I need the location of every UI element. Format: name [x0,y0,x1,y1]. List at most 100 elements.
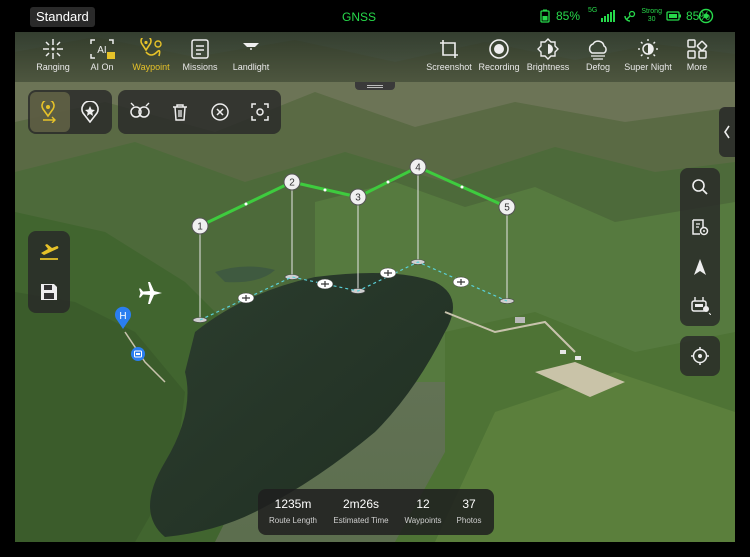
landlight-button[interactable]: Landlight [223,36,279,72]
screenshot-button[interactable]: Screenshot [421,36,477,72]
waypoint-5[interactable]: 5 [497,197,517,217]
waypoint-2[interactable]: 2 [282,172,302,192]
controller-battery-icon [540,9,550,23]
status-bar: Standard GNSS 85% 5G Strong 30 85% [0,0,750,32]
link-strength: Strong 30 85% [623,8,710,24]
map-view[interactable]: 1 2 3 4 5 H Ranging AI AI On Waypoint Mi… [15,32,735,542]
super-night-button[interactable]: Super Night [620,36,676,72]
route-settings-button[interactable] [120,92,160,132]
add-waypoint-button[interactable] [30,92,70,132]
top-toolbar: Ranging AI AI On Waypoint Missions Landl… [15,32,735,82]
waypoint-3-label: 3 [355,193,361,204]
signal-bars-icon [601,10,616,22]
ranging-button[interactable]: Ranging [25,36,81,72]
waypoint-label: Waypoint [132,62,170,72]
svg-text:AI: AI [97,45,106,56]
right-tool-rail [680,168,720,326]
estimated-time-value: 2m26s [342,497,380,511]
aircraft-battery-icon [666,11,681,21]
ai-button[interactable]: AI AI On [74,36,130,72]
crosshair-icon [43,39,63,59]
more-icon [687,39,708,59]
waypoint-2-label: 2 [289,178,295,189]
waypoint-1-label: 1 [197,222,203,233]
controller-location-button[interactable] [680,286,720,324]
satellite-link-icon [624,10,636,22]
waypoint-icon [140,38,162,57]
gnss-indicator: GNSS [342,10,377,24]
waypoint-4[interactable]: 4 [408,157,428,177]
home-point-label: H [119,311,126,322]
waypoints-stat: 12 Waypoints [401,497,445,525]
ai-icon: AI [90,39,115,59]
estimated-time-label: Estimated Time [333,516,389,525]
left-action-panel [28,231,70,313]
link-strength-label: Strong [641,8,662,15]
route-settings-icon [130,102,150,118]
photos-count-label: Photos [456,516,482,525]
waypoints-count-value: 12 [416,497,430,511]
photos-count-value: 37 [462,497,476,511]
clear-route-button[interactable] [200,92,240,132]
waypoint-5-label: 5 [504,203,510,214]
fit-view-button[interactable] [240,92,280,132]
brightness-label: Brightness [526,62,570,72]
route-stats-panel: 1235m Route Length 2m26s Estimated Time … [258,489,494,535]
waypoint-3[interactable]: 3 [348,187,368,207]
recording-button[interactable]: Recording [471,36,527,72]
route-edit-panel [118,90,281,134]
home-point-icon[interactable]: H [114,306,132,330]
record-icon [489,39,509,59]
takeoff-button[interactable] [29,232,69,272]
controller-battery: 85% [538,9,580,23]
more-button[interactable]: More [669,36,725,72]
missions-button[interactable]: Missions [172,36,228,72]
waypoint-button[interactable]: Waypoint [123,36,179,72]
map-layer-button[interactable] [680,208,720,246]
super-night-label: Super Night [624,62,672,72]
missions-label: Missions [182,62,218,72]
delete-waypoint-button[interactable] [160,92,200,132]
navigation-arrow-icon [694,259,706,275]
chevron-left-icon [724,125,730,139]
night-icon [638,39,658,59]
waypoint-pin-icon [41,101,56,123]
north-orientation-button[interactable] [680,248,720,286]
signal-label: 5G [588,7,598,14]
waypoint-4-label: 4 [415,163,421,174]
add-poi-button[interactable] [70,92,110,132]
remote-controller-icon [691,297,711,315]
missions-icon [191,39,209,59]
locate-panel [680,336,720,376]
toolbar-drag-handle[interactable] [355,82,395,90]
rtk-status-icon [698,8,714,29]
screenshot-icon [440,40,458,58]
link-strength-value: 30 [647,16,656,23]
route-length-stat: 1235m Route Length [265,497,321,525]
brightness-button[interactable]: Brightness [520,36,576,72]
ranging-label: Ranging [36,62,70,72]
ai-label: AI On [90,62,114,72]
landlight-label: Landlight [232,62,270,72]
locate-target-icon [691,347,709,365]
cellular-signal: 5G [588,7,616,22]
side-panel-collapse-tab[interactable] [719,107,735,157]
landlight-icon [243,43,259,50]
route-length-label: Route Length [268,516,318,525]
search-button[interactable] [680,168,720,206]
photos-stat: 37 Photos [449,497,489,525]
estimated-time-stat: 2m26s Estimated Time [330,497,392,525]
more-label: More [686,62,708,72]
mode-selector[interactable]: Standard [30,7,95,27]
search-icon [692,179,708,195]
screenshot-label: Screenshot [426,62,472,72]
map-settings-icon [692,219,709,236]
brightness-icon [537,38,559,60]
close-circle-icon [211,103,229,121]
locate-aircraft-button[interactable] [680,337,720,375]
defog-icon [588,40,607,60]
waypoint-1[interactable]: 1 [190,216,210,236]
save-route-button[interactable] [29,272,69,312]
poi-pin-icon [81,101,99,123]
defog-button[interactable]: Defog [570,36,626,72]
